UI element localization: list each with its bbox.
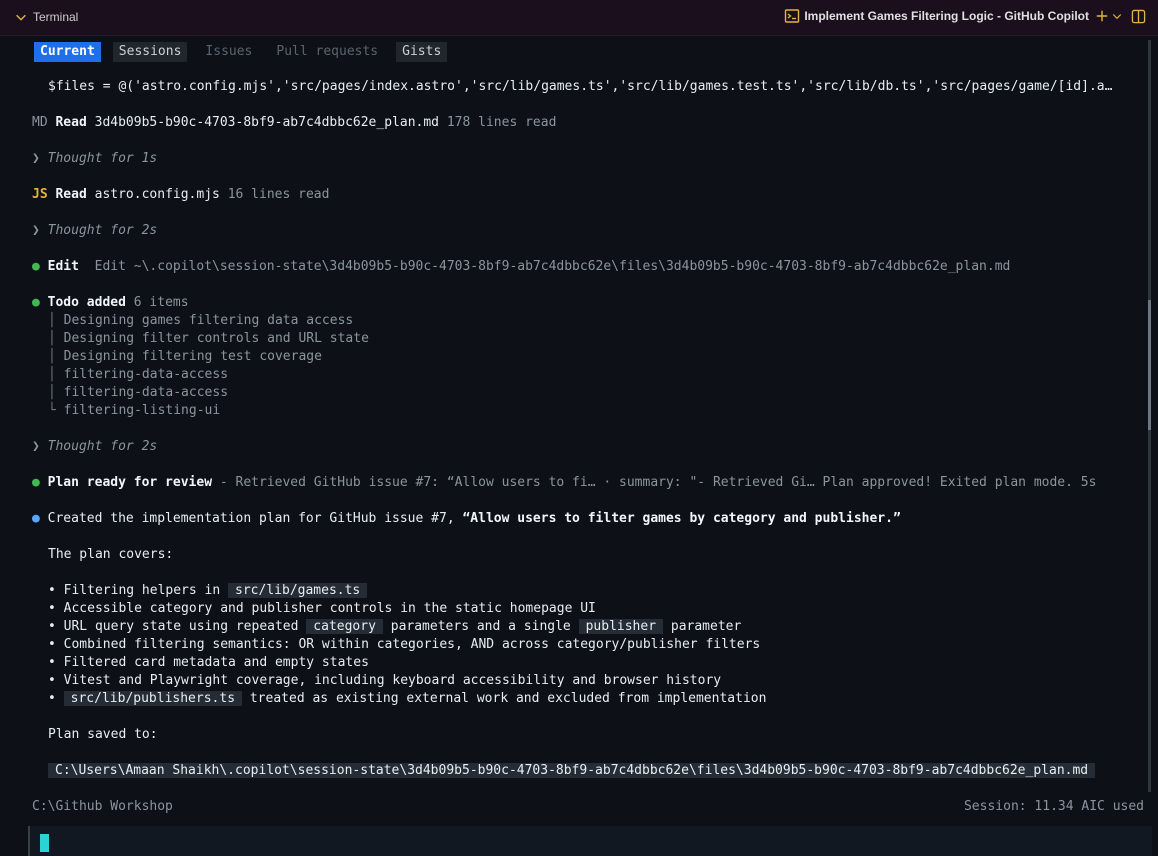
working-directory: C:\Github Workshop [32,799,173,814]
list-item: • Filtering helpers in src/lib/games.ts [48,582,368,600]
log-edit: ● Edit Edit ~\.copilot\session-state\3d4… [32,259,1011,274]
plan-saved-path[interactable]: C:\Users\Amaan Shaikh\.copilot\session-s… [48,762,1096,780]
log-read-config: JS Read astro.config.mjs 16 lines read [32,187,330,202]
chevron-right-icon: ❯ [32,439,40,454]
inline-code: src/lib/games.ts [228,583,368,598]
success-dot-icon: ● [32,475,40,490]
chevron-down-icon [16,14,26,21]
tab-current[interactable]: Current [34,42,101,62]
todo-item: │ Designing filtering test coverage [48,349,322,364]
panel-title: Terminal [33,10,79,24]
new-terminal-icon[interactable] [1095,9,1109,23]
assistant-message: ● Created the implementation plan for Gi… [32,511,901,526]
chevron-down-icon[interactable] [1111,10,1123,22]
tab-pull-requests[interactable]: Pull requests [270,42,384,62]
log-read-plan: MD Read 3d4b09b5-b90c-4703-8bf9-ab7c4dbb… [32,115,557,130]
tab-gists[interactable]: Gists [396,42,448,62]
inline-code: publisher [578,619,664,634]
terminal-panel-toggle[interactable]: Terminal [14,10,78,24]
todo-item: │ Designing games filtering data access [48,313,354,328]
list-item: • Combined filtering semantics: OR withi… [48,637,761,652]
info-dot-icon: ● [32,511,40,526]
terminal-panel-header: Terminal Implement Games Filtering Logic… [0,0,1158,36]
list-item: • Vitest and Playwright coverage, includ… [48,673,722,688]
list-item: • Filtered card metadata and empty state… [48,655,369,670]
tab-sessions[interactable]: Sessions [112,42,188,62]
list-item: • Accessible category and publisher cont… [48,601,596,616]
inline-code: category [306,619,383,634]
list-item: • src/lib/publishers.ts treated as exist… [48,691,767,706]
chevron-right-icon: ❯ [32,223,40,238]
todo-item: │ filtering-data-access [48,367,229,382]
command-line: $files = @('astro.config.mjs','src/pages… [48,79,1113,94]
thought-toggle[interactable]: ❯ Thought for 1s [32,150,157,168]
split-panel-icon[interactable] [1131,9,1146,24]
log-plan-ready: ● Plan ready for review - Retrieved GitH… [32,475,1097,490]
todo-item: │ Designing filter controls and URL stat… [48,331,369,346]
js-icon: JS [32,187,48,202]
chevron-right-icon: ❯ [32,151,40,166]
success-dot-icon: ● [32,259,40,274]
tab-issues[interactable]: Issues [199,42,258,62]
text-cursor [40,834,49,852]
tab-bar: Current Sessions Issues Pull requests Gi… [34,42,459,62]
todo-item: └ filtering-listing-ui [48,403,221,418]
log-todo: ● Todo added 6 items [32,295,189,310]
thought-toggle[interactable]: ❯ Thought for 2s [32,222,157,240]
list-item: • URL query state using repeated categor… [48,619,742,634]
scrollbar-thumb[interactable] [1148,300,1151,430]
thought-toggle[interactable]: ❯ Thought for 2s [32,438,157,456]
session-title[interactable]: Implement Games Filtering Logic - GitHub… [804,9,1089,23]
md-icon: MD [32,115,48,130]
terminal-icon [785,9,800,23]
prompt-input[interactable] [28,826,1152,856]
todo-item: │ filtering-data-access [48,385,229,400]
plan-covers-label: The plan covers: [48,547,174,562]
success-dot-icon: ● [32,295,40,310]
scrollbar[interactable] [1148,40,1151,792]
session-usage: Session: 11.34 AIC used [963,799,1144,814]
plan-saved-label: Plan saved to: [48,727,158,742]
inline-code: src/lib/publishers.ts [63,691,243,706]
